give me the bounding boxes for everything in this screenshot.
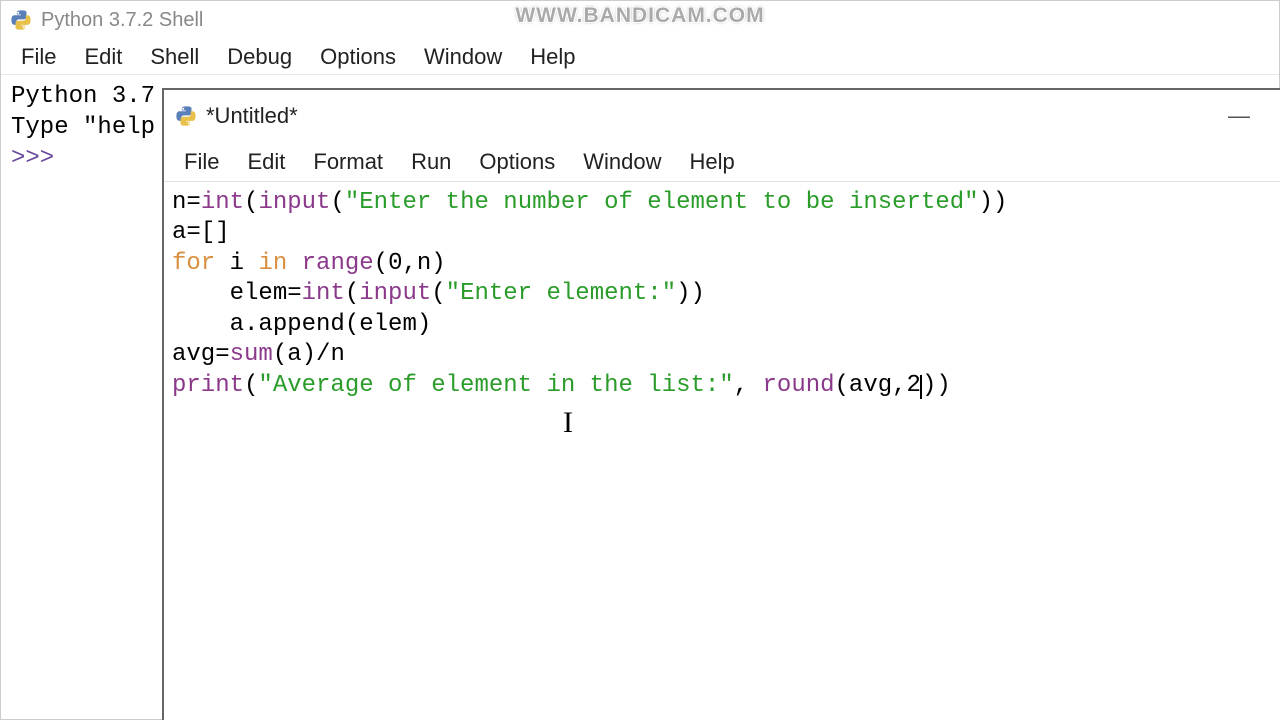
python-icon xyxy=(174,104,198,128)
code: )) xyxy=(676,280,705,307)
code: i xyxy=(215,250,258,277)
shell-menu-help[interactable]: Help xyxy=(516,40,589,74)
code-builtin: range xyxy=(302,250,374,277)
editor-titlebar: *Untitled* — xyxy=(164,90,1280,142)
code-builtin: sum xyxy=(230,341,273,368)
minimize-icon[interactable]: — xyxy=(1228,103,1250,129)
editor-menu-format[interactable]: Format xyxy=(299,145,397,179)
code-string: "Average of element in the list:" xyxy=(258,372,733,399)
shell-menu-options[interactable]: Options xyxy=(306,40,410,74)
shell-prompt: >>> xyxy=(11,145,69,172)
code: a=[] xyxy=(172,219,230,246)
code: )) xyxy=(922,372,951,399)
editor-menu-edit[interactable]: Edit xyxy=(233,145,299,179)
shell-menu-window[interactable]: Window xyxy=(410,40,516,74)
editor-menu-options[interactable]: Options xyxy=(465,145,569,179)
code-editor[interactable]: n=int(input("Enter the number of element… xyxy=(164,182,1280,407)
code: )) xyxy=(979,189,1008,216)
shell-menu-edit[interactable]: Edit xyxy=(70,40,136,74)
code: , xyxy=(734,372,763,399)
ibeam-cursor-icon: I xyxy=(563,404,573,442)
shell-menubar: File Edit Shell Debug Options Window Hel… xyxy=(1,39,1279,75)
code-builtin: input xyxy=(258,189,330,216)
code-string: "Enter the number of element to be inser… xyxy=(345,189,979,216)
code: ( xyxy=(431,280,445,307)
code: elem= xyxy=(172,280,302,307)
code: ( xyxy=(244,372,258,399)
editor-menu-file[interactable]: File xyxy=(170,145,233,179)
editor-menu-help[interactable]: Help xyxy=(676,145,749,179)
editor-menu-run[interactable]: Run xyxy=(397,145,465,179)
code: n= xyxy=(172,189,201,216)
code: (0,n) xyxy=(374,250,446,277)
code: ( xyxy=(330,189,344,216)
code: (avg,2 xyxy=(835,372,921,399)
shell-menu-shell[interactable]: Shell xyxy=(136,40,213,74)
watermark: WWW.BANDICAM.COM xyxy=(515,4,764,28)
editor-title: *Untitled* xyxy=(206,103,298,129)
code-builtin: print xyxy=(172,372,244,399)
shell-menu-debug[interactable]: Debug xyxy=(213,40,306,74)
code-builtin: input xyxy=(359,280,431,307)
code xyxy=(287,250,301,277)
editor-menubar: File Edit Format Run Options Window Help xyxy=(164,142,1280,182)
code-builtin: round xyxy=(763,372,835,399)
code: (a)/n xyxy=(273,341,345,368)
shell-title: Python 3.7.2 Shell xyxy=(41,9,203,32)
shell-line1: Python 3.7 xyxy=(11,83,155,110)
code-string: "Enter element:" xyxy=(446,280,676,307)
code-keyword: in xyxy=(258,250,287,277)
code: a.append(elem) xyxy=(172,311,431,338)
window-controls: — xyxy=(1228,103,1270,129)
code: ( xyxy=(345,280,359,307)
shell-line2: Type "help xyxy=(11,114,155,141)
code-builtin: int xyxy=(302,280,345,307)
editor-window: *Untitled* — File Edit Format Run Option… xyxy=(162,88,1280,720)
code-builtin: int xyxy=(201,189,244,216)
code-keyword: for xyxy=(172,250,215,277)
python-icon xyxy=(9,8,33,32)
code: ( xyxy=(244,189,258,216)
editor-menu-window[interactable]: Window xyxy=(569,145,675,179)
shell-menu-file[interactable]: File xyxy=(7,40,70,74)
code: avg= xyxy=(172,341,230,368)
